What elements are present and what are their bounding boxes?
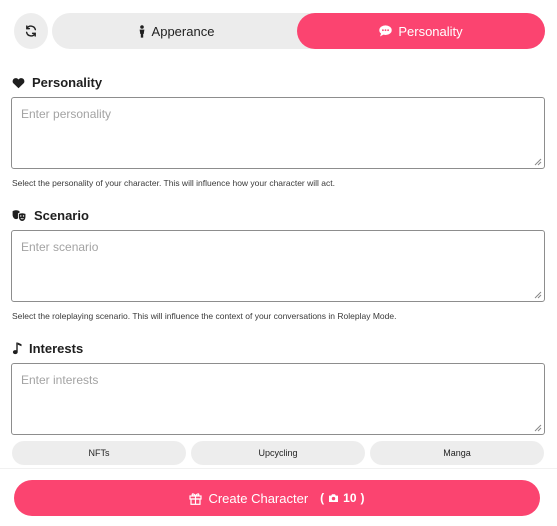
- refresh-icon: [24, 24, 38, 38]
- personality-title: Personality: [32, 75, 103, 90]
- resize-grip-icon[interactable]: [534, 291, 542, 299]
- person-icon: [138, 24, 146, 38]
- tab-switcher: Apperance Personality: [52, 13, 545, 49]
- scenario-title: Scenario: [34, 208, 89, 223]
- interests-title: Interests: [29, 341, 84, 356]
- interests-field[interactable]: [11, 363, 545, 435]
- refresh-button[interactable]: [14, 13, 48, 49]
- scenario-heading: Scenario: [12, 208, 89, 223]
- theater-masks-icon: [12, 209, 27, 222]
- create-character-label: Create Character: [208, 490, 309, 506]
- interests-heading: Interests: [12, 341, 83, 356]
- personality-input[interactable]: [12, 98, 544, 168]
- gift-icon: [189, 492, 203, 505]
- scenario-input[interactable]: [12, 231, 544, 301]
- resize-grip-icon[interactable]: [534, 158, 542, 166]
- scenario-hint: Select the roleplaying scenario. This wi…: [12, 311, 397, 321]
- top-bar: Apperance Personality: [14, 13, 545, 49]
- interest-suggestions: NFTs Upcycling Manga: [12, 441, 545, 465]
- personality-heading: Personality: [12, 75, 102, 90]
- tab-appearance[interactable]: Apperance: [52, 13, 300, 49]
- interest-chip[interactable]: Manga: [370, 441, 544, 465]
- create-cost-value: 10: [343, 491, 357, 505]
- scenario-field[interactable]: [11, 230, 545, 302]
- heart-icon: [12, 77, 25, 89]
- create-cost: ( 10): [320, 491, 365, 505]
- personality-field[interactable]: [11, 97, 545, 169]
- interests-input[interactable]: [12, 364, 544, 434]
- interest-chip[interactable]: NFTs: [12, 441, 186, 465]
- tab-appearance-label: Apperance: [151, 23, 215, 39]
- tab-personality-label: Personality: [398, 23, 463, 39]
- camera-icon: [328, 493, 339, 503]
- chat-bubble-icon: [379, 25, 393, 37]
- music-note-icon: [12, 342, 22, 355]
- resize-grip-icon[interactable]: [534, 424, 542, 432]
- character-editor: Apperance Personality Personality Enter …: [0, 0, 557, 526]
- personality-hint: Select the personality of your character…: [12, 178, 335, 188]
- tab-personality[interactable]: Personality: [297, 13, 545, 49]
- create-character-button[interactable]: Create Character ( 10): [14, 480, 540, 516]
- divider: [0, 468, 557, 469]
- interest-chip[interactable]: Upcycling: [191, 441, 365, 465]
